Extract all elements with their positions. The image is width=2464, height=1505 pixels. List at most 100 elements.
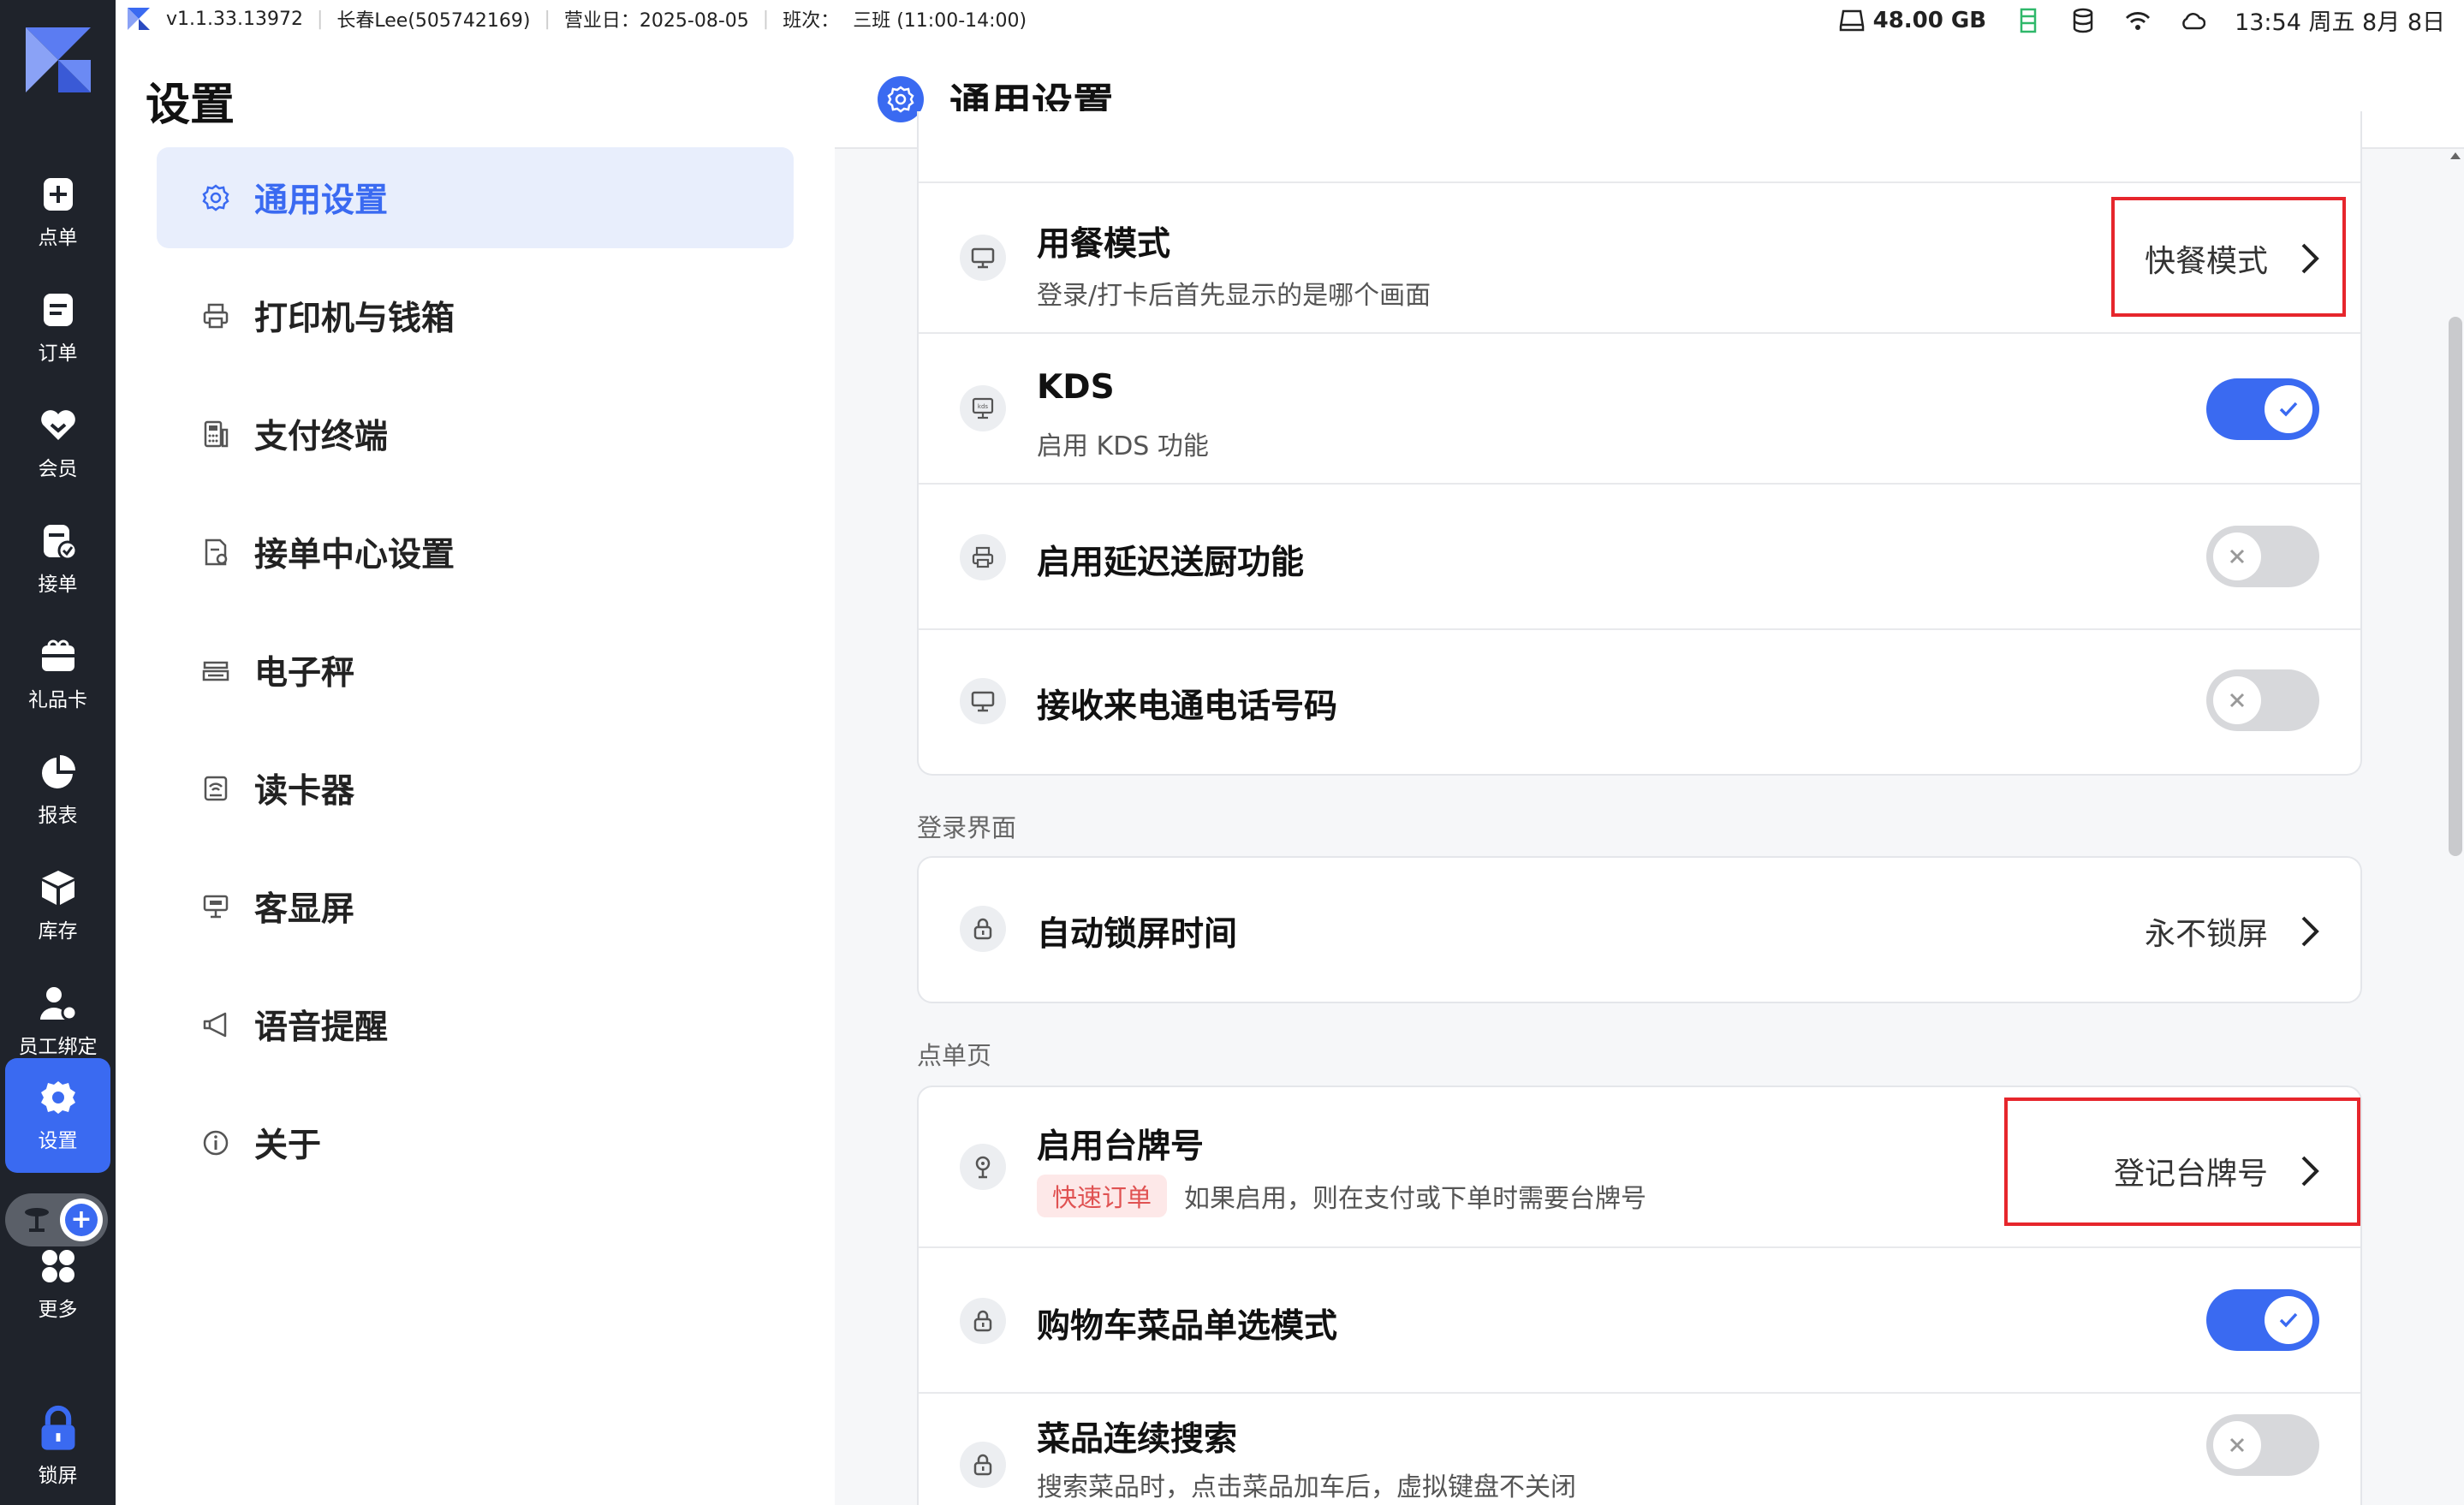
rail-item-label: 设置 [38, 1130, 78, 1152]
rail-item-receive[interactable]: 接单 [0, 508, 116, 610]
shift-label: 班次： [783, 10, 840, 32]
rail-item-label: 员工绑定 [18, 1036, 98, 1058]
printer-icon [203, 303, 229, 329]
continuous-search-toggle[interactable] [2206, 1414, 2319, 1476]
scale-icon [202, 661, 229, 681]
rail-item-staff[interactable]: 员工绑定 [0, 970, 116, 1073]
row-title: 接收来电通电话号码 [1037, 687, 1338, 726]
pos-terminal-icon [204, 420, 229, 448]
row-subtitle: 快速订单 如果启用，则在支付或下单时需要台牌号 [1037, 1175, 1646, 1217]
member-heart-icon [40, 410, 75, 440]
storage-text: 48.00 GB [1872, 7, 1987, 33]
lock-icon [960, 1298, 1006, 1344]
card-reader-icon [204, 776, 228, 801]
rail-item-orders[interactable]: 订单 [0, 277, 116, 379]
customer-display-icon [203, 895, 229, 919]
business-day-text: 营业日：2025-08-05 [563, 10, 749, 32]
auto-lock-value-text: 永不锁屏 [2144, 917, 2268, 952]
settings-nav: 通用设置 打印机与钱箱 支付终端 接单中心设置 电子秤 读卡器 客显屏 语音提醒… [157, 147, 794, 1211]
row-continuous-search: 菜品连续搜索 搜索菜品时，点击菜品加车后，虚拟键盘不关闭 [919, 1394, 2360, 1505]
rail-item-more[interactable]: 更多 [0, 1233, 116, 1335]
pie-chart-icon [41, 755, 75, 788]
rail-item-lock[interactable]: 锁屏 [0, 1387, 116, 1505]
rail-item-label: 订单 [38, 342, 78, 365]
plus-icon: + [65, 1204, 98, 1236]
section-label-login: 登录界面 [917, 813, 1017, 842]
nav-item-order-center[interactable]: 接单中心设置 [157, 502, 794, 603]
auto-lock-value[interactable]: 永不锁屏 [2145, 909, 2321, 954]
caller-id-toggle[interactable] [2206, 669, 2319, 731]
left-rail: 点单 订单 会员 接单 礼品卡 报表 库存 员工绑定 设置 + 更多 锁屏 [0, 0, 116, 1505]
row-title: 用餐模式 [1037, 225, 1171, 264]
nav-item-label: 打印机与钱箱 [254, 300, 455, 338]
nav-item-about[interactable]: 关于 [157, 1092, 794, 1193]
app-logo-icon [128, 8, 150, 30]
rail-item-inventory[interactable]: 库存 [0, 854, 116, 957]
row-subtitle: 搜索菜品时，点击菜品加车后，虚拟键盘不关闭 [1037, 1472, 1576, 1502]
rail-item-label: 报表 [38, 805, 78, 827]
printer-status-icon [2020, 8, 2037, 33]
rail-item-label: 点单 [38, 227, 78, 249]
shift-value: 三班 (11:00-14:00) [853, 10, 1027, 32]
delayed-kitchen-toggle[interactable] [2206, 526, 2319, 587]
gear-icon [202, 184, 229, 211]
close-icon [2213, 1421, 2261, 1469]
more-grid-icon [41, 1250, 74, 1282]
nav-item-general[interactable]: 通用设置 [157, 147, 794, 248]
scroll-up-arrow-icon [2450, 152, 2461, 159]
row-caller-id: 接收来电通电话号码 [919, 630, 2360, 774]
nav-item-label: 语音提醒 [254, 1008, 389, 1047]
cart-single-select-toggle[interactable] [2206, 1289, 2319, 1351]
staff-bind-icon [39, 987, 77, 1021]
version-text: v1.1.33.13972 [166, 8, 303, 30]
megaphone-icon [203, 1012, 227, 1038]
row-cart-single-select: 购物车菜品单选模式 [919, 1248, 2360, 1394]
nav-item-label: 客显屏 [254, 890, 355, 929]
page-title: 设置 [146, 80, 235, 131]
database-icon [2073, 8, 2093, 33]
clock-text: 13:54 周五 8月 8日 [2235, 9, 2445, 36]
rail-item-settings[interactable]: 设置 [5, 1058, 110, 1173]
row-kds: kds KDS 启用 KDS 功能 [919, 334, 2360, 485]
rail-item-report[interactable]: 报表 [0, 739, 116, 842]
rail-item-label: 会员 [38, 458, 78, 480]
nav-item-voice-alert[interactable]: 语音提醒 [157, 974, 794, 1075]
wifi-icon [2126, 11, 2151, 30]
svg-text:kds: kds [978, 403, 988, 410]
nav-item-label: 电子秤 [254, 654, 355, 693]
row-auto-lock[interactable]: 自动锁屏时间 永不锁屏 [919, 858, 2360, 1002]
rail-item-order[interactable]: 点单 [0, 161, 116, 264]
printer-icon [960, 534, 1006, 580]
rail-item-label: 接单 [38, 574, 78, 596]
nav-item-payment-terminal[interactable]: 支付终端 [157, 384, 794, 485]
nav-item-label: 通用设置 [254, 181, 389, 220]
row-subtitle-text: 如果启用，则在支付或下单时需要台牌号 [1184, 1184, 1647, 1214]
add-order-icon [43, 178, 73, 211]
nav-item-printer[interactable]: 打印机与钱箱 [157, 265, 794, 366]
kds-toggle[interactable] [2206, 378, 2319, 440]
quick-order-tag: 快速订单 [1037, 1175, 1168, 1217]
row-title: 启用台牌号 [1037, 1127, 1205, 1166]
storage-indicator: 48.00 GB [1839, 8, 1986, 33]
rail-item-label: 锁屏 [38, 1465, 78, 1487]
nav-item-customer-display[interactable]: 客显屏 [157, 856, 794, 957]
rail-item-giftcard[interactable]: 礼品卡 [0, 623, 116, 726]
row-subtitle: 启用 KDS 功能 [1037, 431, 1209, 461]
lock-icon [960, 1442, 1006, 1488]
highlight-box-table-number [2004, 1098, 2360, 1226]
row-subtitle: 登录/打卡后首先显示的是哪个画面 [1037, 281, 1431, 311]
close-icon [2213, 532, 2261, 580]
nav-item-card-reader[interactable]: 读卡器 [157, 738, 794, 839]
cloud-icon [2182, 12, 2206, 29]
scrollbar[interactable] [2445, 149, 2464, 1505]
nav-item-label: 关于 [254, 1127, 322, 1165]
check-icon [2265, 385, 2312, 433]
nav-item-label: 支付终端 [254, 418, 389, 456]
rail-item-member[interactable]: 会员 [0, 392, 116, 495]
row-title: 购物车菜品单选模式 [1037, 1307, 1338, 1346]
scrollbar-thumb[interactable] [2449, 317, 2462, 856]
order-list-icon [43, 294, 73, 326]
nav-item-scale[interactable]: 电子秤 [157, 620, 794, 721]
status-bar: v1.1.33.13972 | 长春Lee(505742169) | 营业日：2… [0, 0, 2464, 38]
order-center-icon [205, 538, 228, 566]
